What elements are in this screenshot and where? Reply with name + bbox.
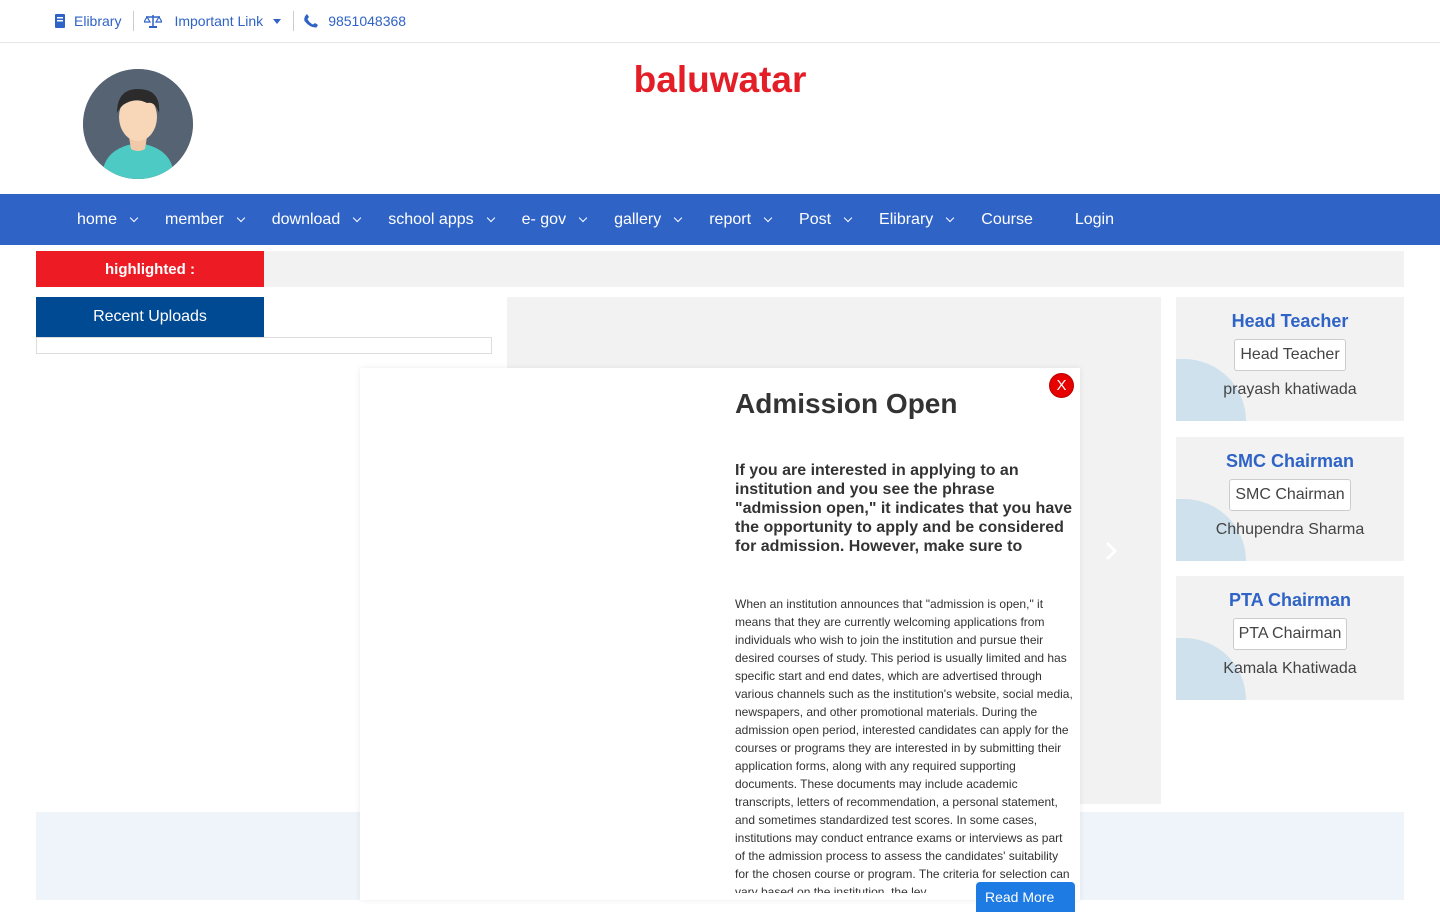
nav-label: member: [165, 210, 224, 228]
chevron-down-icon: [578, 213, 588, 223]
nav-item-gallery[interactable]: gallery: [614, 210, 683, 229]
staff-photo: PTA Chairman: [1232, 618, 1348, 650]
chevron-down-icon: [352, 213, 362, 223]
staff-role: Head Teacher: [1231, 311, 1349, 331]
popup-title: Admission Open: [735, 388, 958, 419]
recent-uploads-title: Recent Uploads: [36, 297, 264, 337]
caret-down-icon: [273, 18, 282, 24]
site-title: baluwatar: [633, 59, 807, 100]
staff-card-pta-chairman: PTA Chairman PTA Chairman Kamala Khatiwa…: [1176, 576, 1404, 700]
elibrary-label: Elibrary: [74, 13, 122, 29]
phone-icon: [304, 14, 319, 28]
nav-item-home[interactable]: home: [77, 210, 139, 229]
important-link-dropdown[interactable]: Important Link: [144, 13, 293, 29]
nav-label: gallery: [614, 210, 662, 228]
chevron-down-icon: [673, 213, 683, 223]
top-bar: Elibrary Important Link 9851048368: [0, 0, 1440, 43]
nav-label: school apps: [388, 210, 474, 228]
chevron-down-icon: [486, 213, 495, 223]
nav-item-member[interactable]: member: [165, 210, 245, 229]
nav-label: Elibrary: [879, 210, 934, 228]
nav-item-post[interactable]: Post: [799, 210, 853, 229]
staff-photo: Head Teacher: [1234, 339, 1346, 371]
nav-item-e-gov[interactable]: e- gov: [521, 210, 588, 229]
read-more-button[interactable]: Read More: [976, 882, 1075, 912]
nav-label: report: [709, 210, 752, 228]
divider: [293, 11, 295, 31]
staff-name: Kamala Khatiwada: [1223, 660, 1357, 677]
recent-uploads-panel: Recent Uploads: [36, 297, 492, 354]
balance-scale-icon: [144, 15, 163, 28]
nav-item-elibrary[interactable]: Elibrary: [879, 210, 955, 229]
popup-body: When an institution announces that "admi…: [735, 597, 1073, 893]
site-header: baluwatar: [0, 43, 1440, 194]
nav-label: home: [77, 210, 118, 228]
recent-uploads-list: [36, 337, 492, 354]
divider: [133, 11, 135, 31]
close-button[interactable]: X: [1049, 373, 1074, 398]
book-icon: [55, 14, 65, 28]
staff-card-head-teacher: Head Teacher Head Teacher prayash khatiw…: [1176, 297, 1404, 421]
staff-role: SMC Chairman: [1225, 451, 1355, 471]
main-navigation: home member download school apps e- gov …: [0, 194, 1440, 245]
nav-item-download[interactable]: download: [271, 210, 362, 229]
nav-label: Login: [1074, 210, 1114, 228]
staff-photo: SMC Chairman: [1229, 479, 1351, 511]
staff-card-smc-chairman: SMC Chairman SMC Chairman Chhupendra Sha…: [1176, 437, 1404, 561]
nav-item-report[interactable]: report: [709, 210, 773, 229]
staff-role: PTA Chairman: [1228, 590, 1352, 610]
phone-number: 9851048368: [328, 13, 407, 29]
nav-item-course[interactable]: Course: [981, 211, 1033, 229]
staff-name: prayash khatiwada: [1223, 381, 1357, 398]
phone-link[interactable]: 9851048368: [304, 13, 418, 29]
nav-item-school-apps[interactable]: school apps: [388, 210, 495, 229]
nav-label: Post: [799, 210, 832, 228]
nav-label: e- gov: [521, 210, 567, 228]
chevron-right-icon[interactable]: [1104, 541, 1118, 567]
nav-item-login[interactable]: Login: [1075, 211, 1114, 229]
chevron-down-icon: [236, 213, 245, 223]
highlight-ticker: highlighted :: [36, 251, 1404, 287]
admission-popup: X Admission Open If you are interested i…: [360, 368, 1080, 912]
chevron-down-icon: [129, 213, 139, 223]
chevron-down-icon: [946, 213, 955, 223]
elibrary-link[interactable]: Elibrary: [54, 13, 133, 29]
important-link-label: Important Link: [174, 13, 264, 29]
highlight-label: highlighted :: [36, 251, 264, 287]
nav-label: download: [271, 210, 341, 228]
nav-label: Course: [981, 210, 1033, 228]
staff-name: Chhupendra Sharma: [1215, 521, 1365, 538]
chevron-down-icon: [843, 213, 853, 223]
chevron-down-icon: [763, 213, 773, 223]
popup-lead: If you are interested in applying to an …: [735, 462, 1073, 555]
